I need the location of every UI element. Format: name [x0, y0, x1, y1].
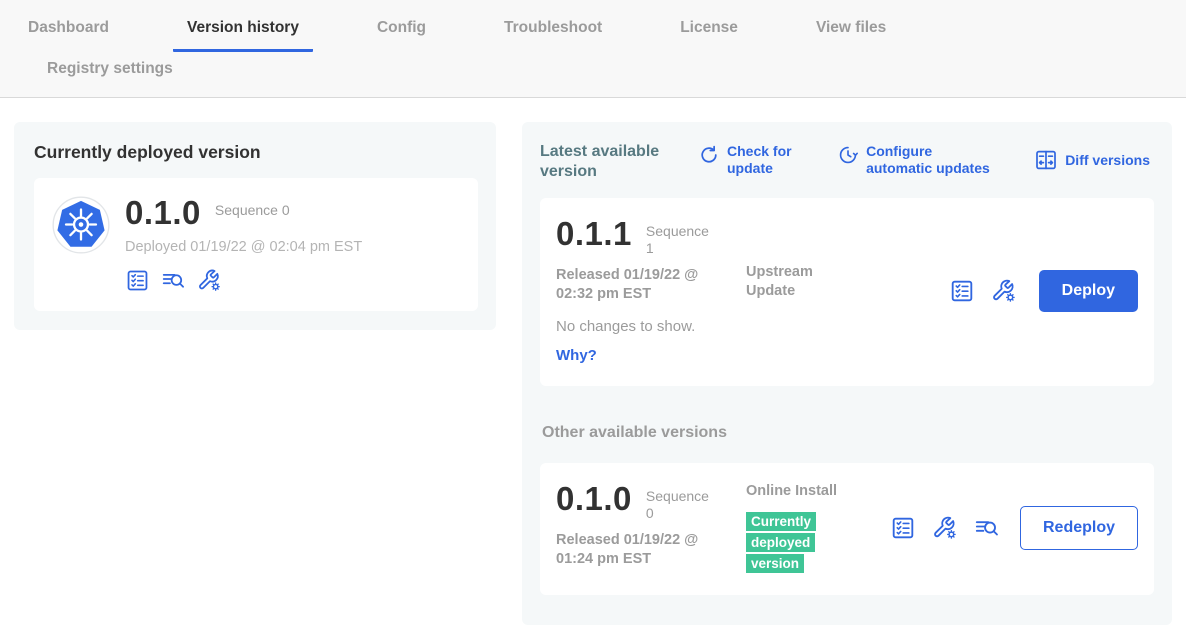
currently-deployed-title: Currently deployed version — [34, 142, 478, 163]
latest-version-actions: Deploy — [949, 270, 1138, 312]
latest-available-title: Latest available version — [540, 142, 672, 182]
tab-version-history[interactable]: Version history — [173, 14, 313, 52]
other-available-versions-title: Other available versions — [542, 424, 1154, 442]
version-history-page: Currently deployed version 0.1.0 Sequenc… — [0, 98, 1186, 625]
currently-deployed-badge: Currently deployed version — [746, 512, 816, 573]
diff-versions-label: Diff versions — [1065, 152, 1150, 169]
deploy-logs-icon[interactable] — [974, 515, 1000, 541]
latest-version-details: 0.1.1 Sequence 1 Released 01/19/22 @ 02:… — [556, 217, 746, 365]
other-released-timestamp: Released 01/19/22 @ 01:24 pm EST — [556, 531, 732, 569]
no-changes-text: No changes to show. — [556, 318, 746, 335]
other-version-number: 0.1.0 — [556, 482, 632, 516]
config-icon[interactable] — [991, 278, 1017, 304]
deployed-version-card: 0.1.0 Sequence 0 Deployed 01/19/22 @ 02:… — [34, 178, 478, 311]
deployed-sequence-label: Sequence 0 — [215, 202, 290, 219]
deployed-version-details: 0.1.0 Sequence 0 Deployed 01/19/22 @ 02:… — [125, 196, 362, 293]
tab-registry-settings[interactable]: Registry settings — [33, 55, 187, 91]
redeploy-button[interactable]: Redeploy — [1020, 506, 1138, 550]
why-link[interactable]: Why? — [556, 347, 597, 364]
preflight-checks-icon[interactable] — [890, 515, 916, 541]
status-badge-wrap: Currently deployed version — [746, 511, 818, 574]
latest-version-card: 0.1.1 Sequence 1 Released 01/19/22 @ 02:… — [540, 198, 1154, 386]
tab-config[interactable]: Config — [363, 14, 440, 52]
deployed-timestamp: Deployed 01/19/22 @ 02:04 pm EST — [125, 239, 362, 255]
tab-license[interactable]: License — [666, 14, 752, 52]
diff-versions-link[interactable]: Diff versions — [1034, 143, 1150, 177]
deploy-logs-icon[interactable] — [161, 268, 186, 293]
config-icon[interactable] — [197, 268, 222, 293]
other-version-source: Online Install — [746, 482, 846, 501]
latest-version-number: 0.1.1 — [556, 217, 632, 251]
latest-released-timestamp: Released 01/19/22 @ 02:32 pm EST — [556, 266, 732, 304]
primary-tabs: Dashboard Version history Config Trouble… — [14, 14, 1186, 52]
other-version-card: 0.1.0 Sequence 0 Released 01/19/22 @ 01:… — [540, 463, 1154, 595]
refresh-icon — [698, 144, 720, 166]
latest-version-source: Upstream Update — [746, 263, 846, 301]
schedule-update-icon — [837, 144, 859, 166]
kubernetes-logo-icon — [52, 196, 110, 254]
preflight-checks-icon[interactable] — [125, 268, 150, 293]
check-for-update-label: Check for update — [727, 143, 801, 177]
secondary-tabs: Registry settings — [14, 55, 1186, 91]
header-actions: Check for update Configure automatic upd… — [672, 142, 1154, 177]
currently-deployed-panel: Currently deployed version 0.1.0 Sequenc… — [14, 122, 496, 330]
top-navigation: Dashboard Version history Config Trouble… — [0, 0, 1186, 98]
tab-troubleshoot[interactable]: Troubleshoot — [490, 14, 616, 52]
preflight-checks-icon[interactable] — [949, 278, 975, 304]
diff-icon — [1034, 148, 1058, 172]
other-version-details: 0.1.0 Sequence 0 Released 01/19/22 @ 01:… — [556, 482, 746, 569]
other-version-source-col: Online Install Currently deployed versio… — [746, 482, 846, 574]
tab-dashboard[interactable]: Dashboard — [14, 14, 123, 52]
tab-view-files[interactable]: View files — [802, 14, 900, 52]
configure-automatic-updates-label: Configure automatic updates — [866, 143, 998, 177]
deploy-button[interactable]: Deploy — [1039, 270, 1138, 312]
config-icon[interactable] — [932, 515, 958, 541]
other-sequence-label: Sequence 0 — [646, 488, 714, 522]
other-version-actions: Redeploy — [890, 506, 1138, 550]
check-for-update-link[interactable]: Check for update — [698, 143, 801, 177]
deployed-version-number: 0.1.0 — [125, 196, 201, 230]
latest-sequence-label: Sequence 1 — [646, 223, 714, 257]
configure-automatic-updates-link[interactable]: Configure automatic updates — [837, 143, 998, 177]
available-versions-panel: Latest available version Check for updat… — [522, 122, 1172, 625]
available-versions-header: Latest available version Check for updat… — [540, 142, 1154, 182]
